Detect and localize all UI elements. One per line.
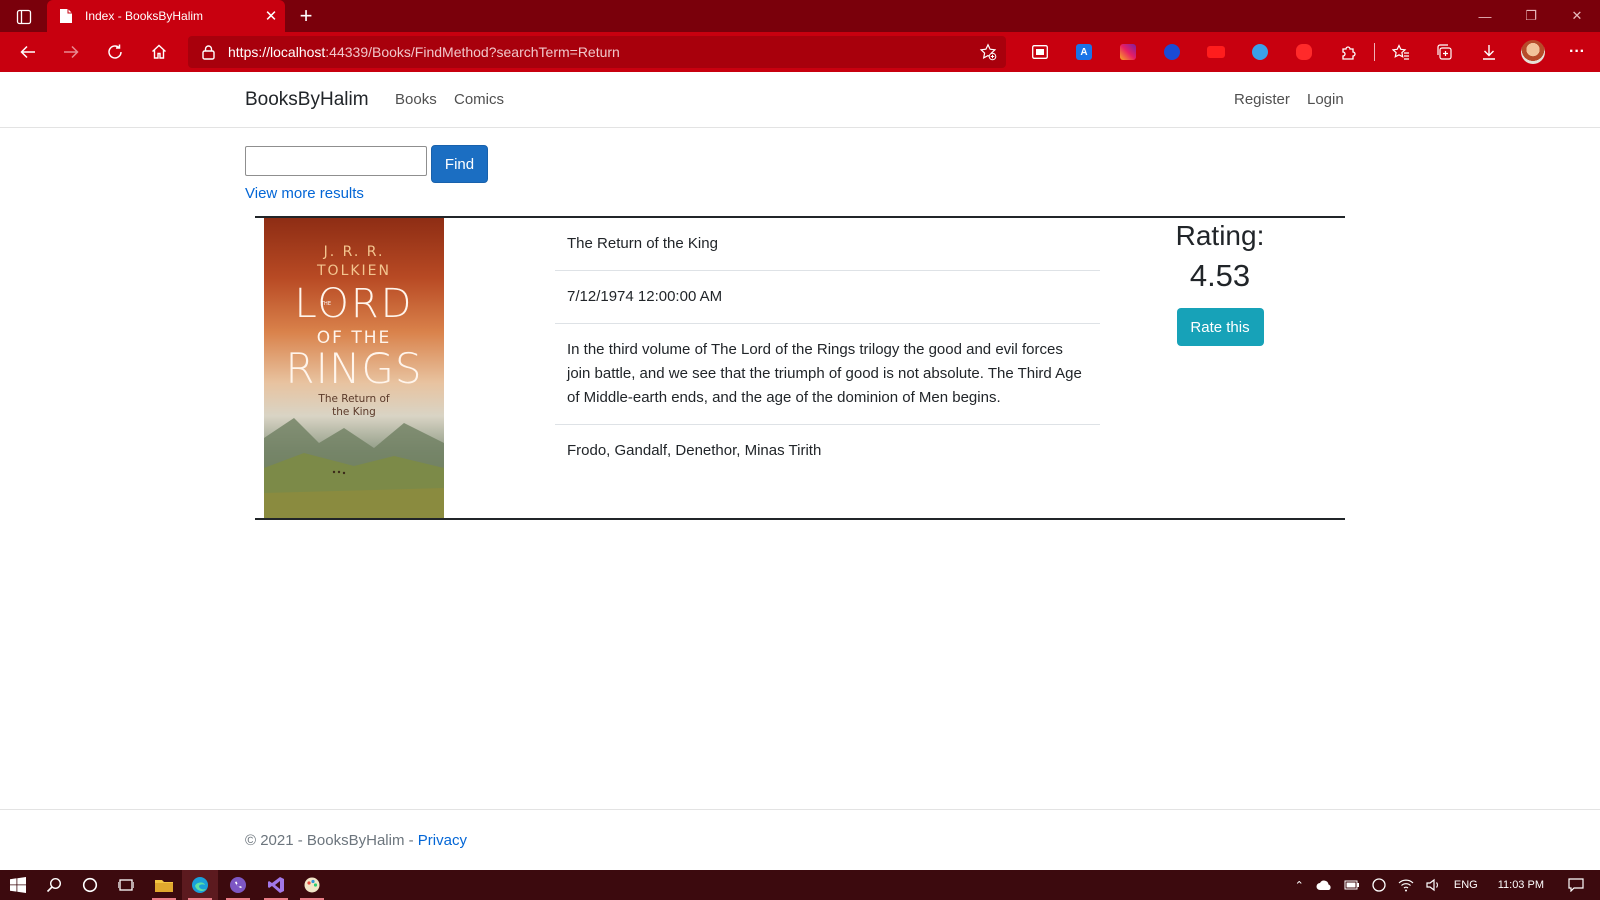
brand-link[interactable]: BooksByHalim (245, 89, 369, 111)
rating-panel: Rating: 4.53 Rate this (1145, 218, 1295, 346)
cover-title-lord: LORD (264, 281, 444, 327)
cover-author: J. R. R. TOLKIEN (317, 244, 391, 279)
book-title: The Return of the King (555, 218, 1100, 271)
collections-icon[interactable] (1423, 36, 1467, 68)
translate-extension-icon[interactable]: A (1062, 36, 1106, 68)
battery-icon[interactable] (1338, 870, 1366, 900)
address-bar[interactable]: https://localhost:44339/Books/FindMethod… (188, 36, 1006, 68)
immersive-reader-icon[interactable] (1018, 36, 1062, 68)
book-description: In the third volume of The Lord of the R… (555, 324, 1100, 425)
back-arrow-icon (20, 45, 35, 59)
browser-tabstrip: Index - BooksByHalim ✕ + — ❐ ✕ (0, 0, 1600, 32)
clock[interactable]: 11:03 PM (1484, 870, 1558, 900)
tab-title: Index - BooksByHalim (85, 9, 204, 23)
cover-mountains-art (264, 418, 444, 518)
forward-arrow-icon (64, 45, 79, 59)
cover-title-lord-text: LORD (294, 281, 414, 327)
language-indicator[interactable]: ENG (1448, 870, 1484, 900)
close-window-button[interactable]: ✕ (1554, 0, 1600, 32)
cover-title-the: THE (321, 301, 331, 307)
search-input[interactable] (245, 146, 427, 176)
add-favorite-icon[interactable] (970, 43, 1006, 61)
download-manager-icon[interactable] (1150, 36, 1194, 68)
viber-icon[interactable] (220, 870, 256, 900)
profile-avatar[interactable] (1511, 36, 1555, 68)
viber-tray-icon[interactable] (1366, 870, 1392, 900)
forward-button[interactable] (55, 37, 87, 67)
book-cover-image: J. R. R. TOLKIEN LORD THE OF THE RINGS T… (264, 218, 444, 518)
rating-label: Rating: (1175, 220, 1265, 251)
refresh-button[interactable] (99, 37, 131, 67)
url-host: https://localhost (228, 44, 326, 60)
extensions-puzzle-icon[interactable] (1326, 36, 1370, 68)
browser-toolbar: https://localhost:44339/Books/FindMethod… (0, 32, 1600, 72)
toolbar-separator (1374, 43, 1375, 61)
window-controls: — ❐ ✕ (1462, 0, 1600, 32)
login-link[interactable]: Login (1307, 91, 1344, 108)
file-explorer-icon[interactable] (146, 870, 182, 900)
site-footer: © 2021 - BooksByHalim - Privacy (0, 809, 1600, 869)
privacy-link[interactable]: Privacy (418, 832, 467, 849)
adblock-extension-icon[interactable] (1282, 36, 1326, 68)
copyright-text: © 2021 - BooksByHalim - (245, 832, 418, 849)
tab-actions-icon[interactable] (10, 6, 38, 28)
new-tab-button[interactable]: + (293, 3, 319, 29)
rate-this-button[interactable]: Rate this (1176, 308, 1264, 346)
windows-start-icon[interactable] (0, 870, 36, 900)
site-navbar: BooksByHalim Books Comics Register Login (0, 72, 1600, 128)
favorites-icon[interactable] (1379, 36, 1423, 68)
url-path: :44339/Books/FindMethod?searchTerm=Retur… (325, 44, 620, 60)
notifications-icon[interactable] (1558, 870, 1600, 900)
instagram-extension-icon[interactable] (1106, 36, 1150, 68)
taskbar-search-icon[interactable] (36, 870, 72, 900)
back-button[interactable] (12, 37, 44, 67)
visual-studio-icon[interactable] (258, 870, 294, 900)
cover-title-rings: RINGS (285, 344, 423, 393)
view-more-results-link[interactable]: View more results (245, 185, 364, 202)
book-release-date: 7/12/1974 12:00:00 AM (555, 271, 1100, 324)
search-extension-icon[interactable] (1238, 36, 1282, 68)
home-button[interactable] (143, 37, 175, 67)
windows-taskbar: ⌃ ENG 11:03 PM (0, 870, 1600, 900)
show-hidden-icons[interactable]: ⌃ (1289, 870, 1310, 900)
rating-value: 4.53 (1189, 258, 1251, 293)
tab-close-icon[interactable]: ✕ (257, 2, 285, 30)
volume-icon[interactable] (1420, 870, 1448, 900)
browser-tab-active[interactable]: Index - BooksByHalim ✕ (47, 0, 285, 32)
find-button[interactable]: Find (431, 145, 488, 183)
register-link[interactable]: Register (1234, 91, 1290, 108)
extensions-row: A ··· (1018, 36, 1599, 68)
lock-icon[interactable] (188, 44, 228, 60)
search-form: Find (245, 145, 488, 183)
home-icon (152, 44, 166, 59)
system-tray: ⌃ ENG 11:03 PM (1289, 870, 1600, 900)
edge-taskbar-icon[interactable] (182, 870, 218, 900)
url-text[interactable]: https://localhost:44339/Books/FindMethod… (228, 44, 970, 60)
settings-more-button[interactable]: ··· (1555, 36, 1599, 68)
paint-app-icon[interactable] (294, 870, 330, 900)
book-result-table: J. R. R. TOLKIEN LORD THE OF THE RINGS T… (255, 216, 1345, 520)
downloads-icon[interactable] (1467, 36, 1511, 68)
restore-button[interactable]: ❐ (1508, 0, 1554, 32)
page-favicon-icon (59, 8, 73, 24)
wifi-icon[interactable] (1392, 870, 1420, 900)
minimize-button[interactable]: — (1462, 0, 1508, 32)
book-characters: Frodo, Gandalf, Denethor, Minas Tirith (567, 442, 822, 459)
book-details: The Return of the King 7/12/1974 12:00:0… (555, 218, 1100, 477)
footer-text: © 2021 - BooksByHalim - Privacy (245, 832, 467, 849)
task-view-icon[interactable] (108, 870, 144, 900)
nav-link-comics[interactable]: Comics (454, 91, 504, 108)
onedrive-icon[interactable] (1310, 870, 1338, 900)
video-extension-icon[interactable] (1194, 36, 1238, 68)
refresh-icon (108, 44, 122, 59)
cortana-icon[interactable] (72, 870, 108, 900)
nav-link-books[interactable]: Books (395, 91, 437, 108)
